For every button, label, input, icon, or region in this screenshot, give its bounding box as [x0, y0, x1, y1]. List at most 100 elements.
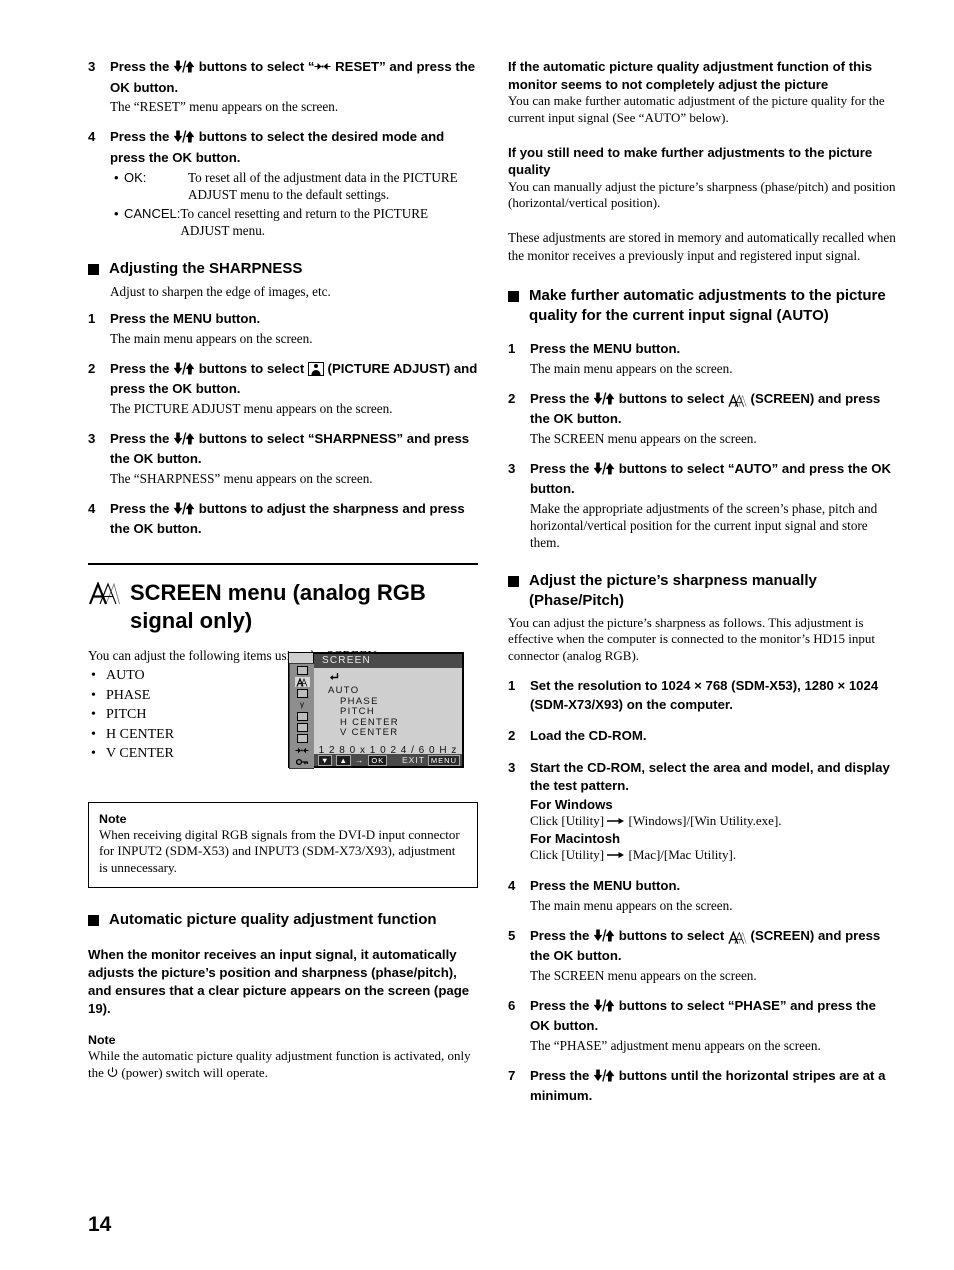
step-reset-3: 3 Press the buttons to select “ RESET” a…	[88, 58, 478, 115]
step-reset-4: 4 Press the buttons to select the desire…	[88, 128, 478, 239]
note-text: When receiving digital RGB signals from …	[99, 826, 460, 876]
down-up-arrows-icon	[173, 361, 195, 381]
step-manual-1: 1 Set the resolution to 1024 × 768 (SDM-…	[508, 677, 898, 714]
osd-sidebar-menu-lock-icon[interactable]	[295, 757, 310, 767]
down-up-arrows-icon	[593, 392, 615, 411]
step-description: The “SHARPNESS” menu appears on the scre…	[110, 470, 373, 486]
text-part: Click [Utility]	[530, 813, 608, 829]
for-macintosh-text: Click [Utility] [Mac]/[Mac Utility].	[530, 847, 898, 864]
left-column: 3 Press the buttons to select “ RESET” a…	[88, 58, 478, 1081]
step-title: Press the buttons to select “PHASE” and …	[530, 997, 898, 1036]
step-title: Press the buttons to select (SCREEN) and…	[530, 927, 898, 966]
osd-sidebar-input-sensing-icon[interactable]	[295, 723, 310, 733]
for-windows-label: For Windows	[530, 796, 613, 812]
step-description: The main menu appears on the screen.	[110, 330, 313, 346]
step-description: The “PHASE” adjustment menu appears on t…	[530, 1037, 821, 1053]
step-title-part: Press the	[110, 500, 174, 516]
step-title: Press the buttons to select “AUTO” and p…	[530, 460, 898, 499]
osd-sidebar-menu-position-icon[interactable]	[295, 711, 310, 721]
step-title: Press the buttons to select “SHARPNESS” …	[110, 430, 478, 469]
down-up-arrows-icon	[593, 1069, 615, 1088]
step-number: 1	[508, 678, 516, 694]
step-auto-3: 3 Press the buttons to select “AUTO” and…	[508, 460, 898, 551]
step-sharpness-1: 1 Press the MENU button. The main menu a…	[88, 310, 478, 347]
osd-back-arrow-icon	[328, 671, 462, 686]
osd-menu-key[interactable]: MENU	[427, 754, 460, 766]
step-description: The main menu appears on the screen.	[530, 360, 733, 376]
step-description: The “RESET” menu appears on the screen.	[110, 99, 339, 114]
osd-exit-label: EXIT	[402, 755, 425, 765]
bullet-term: OK:	[124, 170, 147, 185]
right-column: If the automatic picture quality adjustm…	[508, 58, 898, 1119]
bullet-definition: To reset all of the adjustment data in t…	[188, 170, 458, 202]
screen-icon	[728, 929, 747, 948]
square-bullet-icon	[88, 914, 99, 926]
step-auto-1: 1 Press the MENU button. The main menu a…	[508, 340, 898, 377]
heading-manual-sharpness: Adjust the picture’s sharpness manually …	[508, 571, 898, 611]
osd-item-pitch[interactable]: PITCH	[328, 706, 462, 718]
step-number: 4	[508, 878, 516, 894]
step-number: 3	[508, 460, 516, 476]
note2-text-part: (power) switch will operate.	[118, 1064, 268, 1080]
text-part: [Windows]/[Win Utility.exe].	[625, 813, 782, 829]
step-sharpness-2: 2 Press the buttons to select (PICTURE A…	[88, 360, 478, 417]
section-divider	[88, 562, 478, 565]
step-number: 3	[88, 59, 96, 74]
step-title-part: Press the	[110, 59, 174, 74]
osd-sidebar-gamma-icon[interactable]: γ	[295, 700, 310, 710]
osd-up-key-icon[interactable]: ▲	[336, 754, 351, 766]
step-sharpness-4: 4 Press the buttons to adjust the sharpn…	[88, 500, 478, 539]
sharpness-intro: Adjust to sharpen the edge of images, et…	[110, 284, 331, 299]
step-number: 3	[88, 430, 96, 446]
step-description: The main menu appears on the screen.	[530, 897, 733, 913]
step-number: 6	[508, 997, 516, 1013]
osd-sidebar-picture-adjust-icon[interactable]	[295, 666, 310, 676]
step-number: 5	[508, 927, 516, 943]
picture-adjust-icon	[307, 361, 324, 376]
step-manual-7: 7 Press the buttons until the horizontal…	[508, 1067, 898, 1106]
right-arrow-icon	[607, 847, 625, 862]
osd-sidebar-color-icon[interactable]	[295, 689, 310, 699]
step-title-part: buttons to select “	[195, 59, 315, 74]
step-title-part: Press the	[110, 129, 174, 144]
bullet-cancel: • CANCEL: To cancel resetting and return…	[110, 205, 478, 239]
osd-window: SCREEN AUTO PHASE PITCH H CENTER V CENTE…	[288, 652, 464, 769]
step-description: The SCREEN menu appears on the screen.	[530, 430, 757, 446]
heading-text: SCREEN menu (analog RGB signal only)	[130, 579, 426, 633]
osd-item-v-center[interactable]: V CENTER	[328, 727, 462, 739]
right-intro-body-2: You can manually adjust the picture’s sh…	[508, 178, 896, 211]
square-bullet-icon	[88, 264, 99, 275]
down-up-arrows-icon	[173, 130, 195, 149]
right-intro-heading-1: If the automatic picture quality adjustm…	[508, 59, 873, 92]
step-title-part: buttons to select	[615, 927, 728, 943]
osd-item-auto[interactable]: AUTO	[328, 685, 462, 697]
step-title: Press the buttons to select “ RESET” and…	[110, 58, 478, 97]
heading-text: Adjusting the SHARPNESS	[109, 260, 303, 277]
sharpness-intro-row: Adjust to sharpen the edge of images, et…	[88, 283, 478, 300]
heading-screen-menu: SCREEN menu (analog RGB signal only)	[88, 579, 478, 635]
note-title: Note	[99, 811, 127, 826]
step-title-part: Press the	[110, 430, 174, 446]
down-up-arrows-icon	[173, 60, 195, 79]
heading-adjusting-sharpness: Adjusting the SHARPNESS	[88, 259, 478, 279]
note2-text: While the automatic picture quality adju…	[88, 1048, 478, 1082]
step-title: Set the resolution to 1024 × 768 (SDM-X5…	[530, 678, 879, 712]
auto-quality-bold-text: When the monitor receives an input signa…	[88, 946, 470, 1016]
step-auto-2: 2 Press the buttons to select (SCREEN) a…	[508, 390, 898, 447]
step-description: The SCREEN menu appears on the screen.	[530, 967, 757, 983]
step-number: 1	[88, 311, 96, 326]
step-title: Load the CD-ROM.	[530, 728, 647, 744]
down-up-arrows-icon	[593, 462, 615, 481]
osd-sidebar-screen-icon[interactable]	[294, 677, 310, 688]
osd-item-list: AUTO PHASE PITCH H CENTER V CENTER	[314, 668, 462, 739]
heading-text: Automatic picture quality adjustment fun…	[109, 910, 437, 928]
step-manual-6: 6 Press the buttons to select “PHASE” an…	[508, 997, 898, 1054]
step-title-part: Press the	[530, 460, 594, 476]
osd-sidebar-reset-icon[interactable]	[295, 745, 310, 755]
osd-down-key-icon[interactable]: ▼	[318, 754, 333, 766]
step-manual-2: 2 Load the CD-ROM.	[508, 727, 898, 746]
right-arrow-icon	[607, 813, 625, 828]
text-part: [Mac]/[Mac Utility].	[625, 847, 737, 863]
osd-sidebar-language-icon[interactable]	[295, 734, 310, 744]
osd-ok-key[interactable]: OK	[368, 754, 388, 766]
